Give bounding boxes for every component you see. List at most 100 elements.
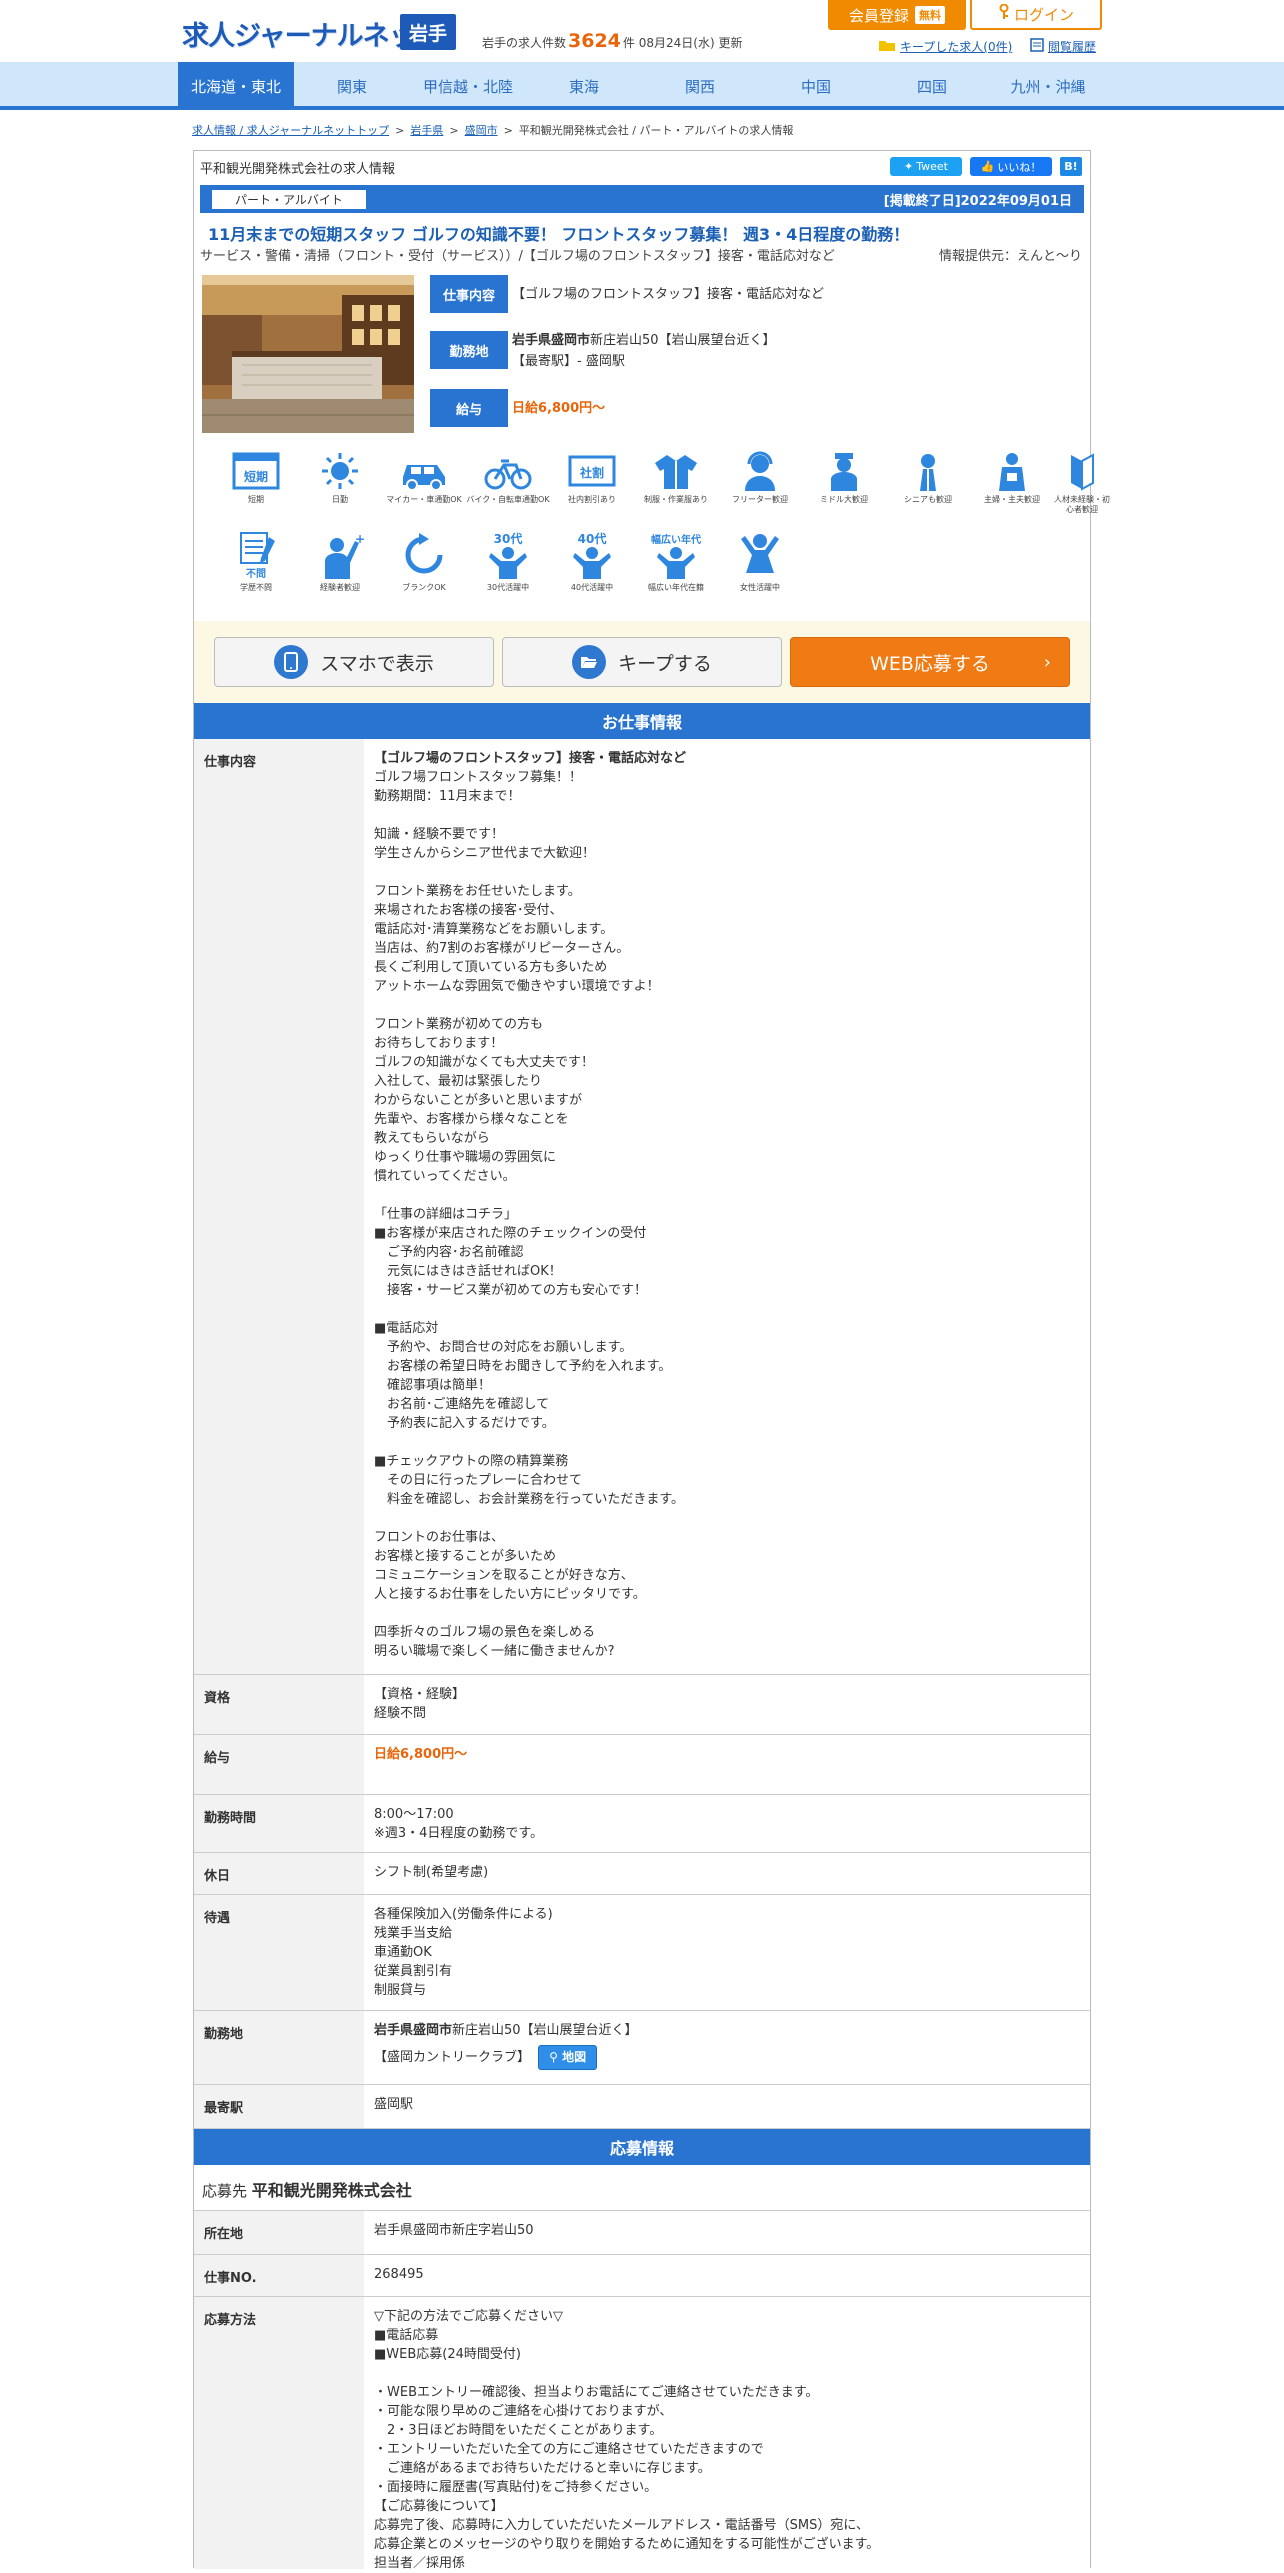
- row-working-hours: 勤務時間 8:00～17:00 ※週3・4日程度の勤務です。: [194, 1795, 1090, 1853]
- feature-label: マイカー・車通勤OK: [386, 495, 462, 504]
- benefits-value: 各種保険加入(労働条件による) 残業手当支給 車通勤OK 従業員割引有 制服貸与: [374, 1907, 553, 1998]
- bicycle-icon: [484, 459, 532, 490]
- nav-item-chugoku[interactable]: 中国: [758, 62, 874, 110]
- job-description-value: 【ゴルフ場のフロントスタッフ】接客・電話応対など ゴルフ場フロントスタッフ募集！…: [374, 749, 1074, 1661]
- feature-blank-ok: ブランクOK: [382, 531, 466, 593]
- beginner-icon: [1071, 453, 1094, 491]
- view-on-smartphone-button[interactable]: スマホで表示: [214, 637, 494, 687]
- svg-text:社割: 社割: [579, 465, 604, 480]
- like-label: いいね！: [997, 160, 1042, 174]
- nav-item-shikoku[interactable]: 四国: [874, 62, 990, 110]
- holidays-value: シフト制(希望考慮): [374, 1865, 489, 1880]
- sun-icon: [322, 453, 358, 489]
- feature-label: バイク・自転車通勤OK: [466, 495, 550, 504]
- apply-info-heading: 応募情報: [194, 2129, 1090, 2165]
- car-icon: [403, 465, 445, 491]
- svg-text:不問: 不問: [246, 568, 266, 579]
- working-hours-label: 勤務時間: [194, 1795, 364, 1852]
- region-nav: 北海道・東北 関東 甲信越・北陸 東海 関西 中国 四国 九州・沖縄: [0, 62, 1284, 110]
- job-title: 11月末までの短期スタッフ ゴルフの知識不要！ フロントスタッフ募集！ 週3・4…: [208, 225, 910, 244]
- web-apply-button[interactable]: WEB応募する ›: [790, 637, 1070, 687]
- keep-link-label: キープした求人(0件): [900, 40, 1013, 54]
- login-button[interactable]: ログイン: [970, 0, 1102, 30]
- apply-to: 応募先 平和観光開発株式会社: [202, 2177, 412, 2201]
- apply-method-value: ▽下記の方法でご応募ください▽ ■電話応募 ■WEB応募(24時間受付) ・WE…: [374, 2309, 880, 2571]
- like-button[interactable]: 👍 いいね！: [970, 157, 1052, 176]
- prefecture-badge[interactable]: 岩手: [400, 14, 456, 50]
- magnifier-icon: ⚲: [549, 2050, 558, 2064]
- apply-method-label: 応募方法: [194, 2297, 364, 2569]
- feature-label: ミドル大歓迎: [820, 495, 868, 504]
- breadcrumb-top[interactable]: 求人情報 / 求人ジャーナルネットトップ: [192, 124, 389, 137]
- feature-all-ages: 幅広い年代 幅広い年代在籍: [634, 531, 718, 593]
- holidays-label: 休日: [194, 1853, 364, 1894]
- feature-uniform: 制服・作業服あり: [634, 451, 718, 505]
- working-hours-value: 8:00～17:00 ※週3・4日程度の勤務です。: [374, 1807, 544, 1841]
- qualification-value: 【資格・経験】 経験不問: [374, 1687, 466, 1721]
- tweet-button[interactable]: ✦ Tweet: [890, 157, 962, 176]
- employment-type-badge: パート・アルバイト: [212, 190, 366, 209]
- feature-label: 学歴不問: [240, 583, 272, 592]
- row-holidays: 休日 シフト制(希望考慮): [194, 1853, 1090, 1895]
- thumbs-up-icon: 👍: [980, 160, 995, 173]
- feature-label: シニアも歓迎: [904, 495, 952, 504]
- summary-location-address: 新庄岩山50【岩山展望台近く】: [590, 333, 776, 348]
- hatena-bookmark-button[interactable]: B!: [1060, 157, 1082, 176]
- svg-text:幅広い年代: 幅広い年代: [651, 533, 701, 546]
- feature-label: 社内割引あり: [568, 495, 616, 504]
- summary-location-value: 岩手県盛岡市新庄岩山50【岩山展望台近く】 【最寄駅】- 盛岡駅: [512, 331, 776, 373]
- feature-middle: ミドル大歓迎: [802, 451, 886, 505]
- breadcrumb-prefecture[interactable]: 岩手県: [410, 124, 443, 137]
- summary-location-city: 岩手県盛岡市: [512, 333, 591, 348]
- feature-women: 女性活躍中: [718, 531, 802, 593]
- web-apply-label: WEB応募する: [870, 652, 990, 675]
- history-link[interactable]: 閲覧履歴: [1030, 38, 1096, 55]
- feature-label: 制服・作業服あり: [644, 495, 708, 504]
- feature-label: 人材未経験・初心者歓迎: [1054, 495, 1110, 515]
- row-apply-method: 応募方法 ▽下記の方法でご応募ください▽ ■電話応募 ■WEB応募(24時間受付…: [194, 2297, 1090, 2571]
- women-icon: [741, 534, 779, 573]
- discount-icon: 社割: [568, 455, 616, 487]
- job-number-label: 仕事NO.: [194, 2255, 364, 2296]
- nav-item-tokai[interactable]: 東海: [526, 62, 642, 110]
- job-description-head: 【ゴルフ場のフロントスタッフ】接客・電話応対など: [374, 751, 687, 766]
- register-button[interactable]: 会員登録 無料: [828, 0, 966, 30]
- feature-label: 主婦・主夫歓迎: [984, 495, 1040, 504]
- info-provider: 情報提供元：えんと～り: [938, 249, 1082, 264]
- smartphone-icon: [274, 645, 309, 679]
- row-nearest-station: 最寄駅 盛岡駅: [194, 2085, 1090, 2129]
- map-button[interactable]: ⚲ 地図: [538, 2045, 598, 2070]
- nav-item-kanto[interactable]: 関東: [294, 62, 410, 110]
- apron-icon: [999, 453, 1025, 491]
- summary-work-value: 【ゴルフ場のフロントスタッフ】接客・電話応対など: [512, 287, 825, 302]
- benefits-label: 待遇: [194, 1895, 364, 2010]
- feature-experienced: + 経験者歓迎: [298, 531, 382, 593]
- feature-short-term: 短期 短期: [214, 451, 298, 505]
- keep-link[interactable]: キープした求人(0件): [878, 38, 1012, 55]
- feature-any-education: 不問 学歴不問: [214, 531, 298, 593]
- summary-station: 【最寄駅】- 盛岡駅: [512, 353, 625, 369]
- all-ages-icon: 幅広い年代: [651, 533, 701, 579]
- breadcrumb: 求人情報 / 求人ジャーナルネットトップ > 岩手県 > 盛岡市 > 平和観光開発株式会社 …: [192, 124, 794, 137]
- feature-discount: 社割 社内割引あり: [550, 451, 634, 505]
- tweet-label: Tweet: [916, 160, 948, 173]
- nav-item-koshinetsu-hokuriku[interactable]: 甲信越・北陸: [410, 62, 526, 110]
- breadcrumb-current: 平和観光開発株式会社 / パート・アルバイトの求人情報: [518, 124, 794, 137]
- keep-button[interactable]: キープする: [502, 637, 782, 687]
- nav-item-kyushu-okinawa[interactable]: 九州・沖縄: [990, 62, 1106, 110]
- work-location-address: 新庄岩山50【岩山展望台近く】: [452, 2023, 638, 2038]
- feature-day-shift: 日勤: [298, 451, 382, 505]
- view-on-smartphone-label: スマホで表示: [320, 652, 434, 675]
- middle-icon: [831, 453, 857, 491]
- nav-item-kansai[interactable]: 関西: [642, 62, 758, 110]
- folder-icon: [878, 39, 896, 55]
- row-job-number: 仕事NO. 268495: [194, 2255, 1090, 2297]
- summary-salary-amount: 日給6,800円～: [512, 401, 606, 416]
- breadcrumb-city[interactable]: 盛岡市: [465, 124, 498, 137]
- job-description-label: 仕事内容: [194, 739, 364, 1674]
- feature-beginner: 人材未経験・初心者歓迎: [1054, 451, 1110, 516]
- work-location-label: 勤務地: [194, 2011, 364, 2084]
- nav-item-hokkaido-tohoku[interactable]: 北海道・東北: [178, 62, 294, 110]
- work-location-city: 岩手県盛岡市: [374, 2023, 453, 2038]
- key-icon: [998, 3, 1010, 24]
